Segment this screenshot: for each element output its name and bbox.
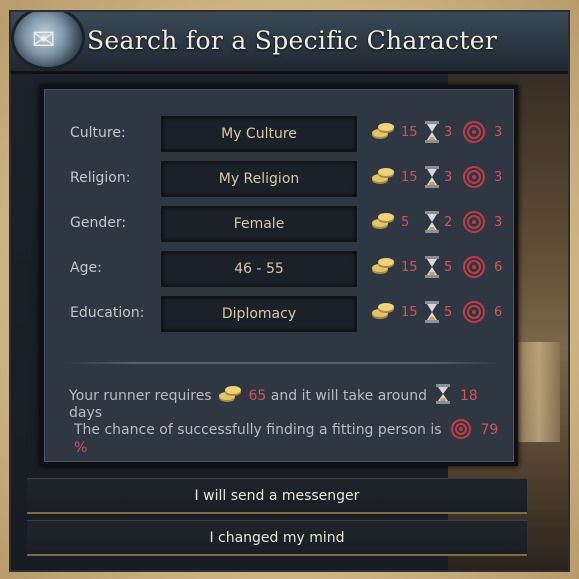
search-character-window: ✉ Search for a Specific Character Cultur… <box>9 10 570 572</box>
target-icon <box>463 121 485 143</box>
hourglass-icon <box>425 301 439 323</box>
gold-coins-icon <box>372 303 394 319</box>
criteria-row-culture: Culture: My Culture 15 3 3 <box>44 116 514 152</box>
time-cost: 3 <box>444 125 453 140</box>
criteria-label: Religion: <box>70 170 131 186</box>
criteria-row-gender: Gender: Female 5 2 3 <box>44 206 514 242</box>
runner-gold: 65 <box>248 388 267 404</box>
time-cost: 3 <box>444 170 453 185</box>
hourglass-icon <box>436 384 451 404</box>
gold-coins-icon <box>372 258 394 274</box>
criteria-row-age: Age: 46 - 55 15 5 6 <box>44 251 514 287</box>
cancel-button[interactable]: I changed my mind <box>27 520 527 556</box>
gold-coins-icon <box>372 213 394 229</box>
target-icon <box>463 166 485 188</box>
chance-cost: 3 <box>494 215 503 230</box>
education-selector[interactable]: Diplomacy <box>161 296 357 332</box>
runner-summary: Your runner requires 65 and it will take… <box>69 383 514 421</box>
chance-cost: 3 <box>494 170 503 185</box>
target-icon <box>463 256 485 278</box>
section-divider <box>66 362 500 364</box>
gender-selector[interactable]: Female <box>161 206 357 242</box>
criteria-label: Education: <box>70 305 145 321</box>
age-selector[interactable]: 46 - 55 <box>161 251 357 287</box>
gold-cost: 15 <box>401 125 418 140</box>
chance-summary: The chance of successfully finding a fit… <box>74 418 514 456</box>
hourglass-icon <box>425 211 439 233</box>
hourglass-icon <box>425 121 439 143</box>
target-icon <box>463 301 485 323</box>
window-title: Search for a Specific Character <box>87 26 498 55</box>
target-icon <box>450 419 471 439</box>
criteria-row-religion: Religion: My Religion 15 3 3 <box>44 161 514 197</box>
chance-cost: 3 <box>494 125 503 140</box>
runner-mid: and it will take around <box>270 388 427 404</box>
criteria-label: Age: <box>70 260 102 276</box>
chance-prefix: The chance of successfully finding a fit… <box>74 422 442 438</box>
target-icon <box>463 211 485 233</box>
runner-days: 18 <box>459 388 478 404</box>
gold-cost: 5 <box>401 215 410 230</box>
window-header: ✉ Search for a Specific Character <box>11 12 568 74</box>
gold-cost: 15 <box>401 260 418 275</box>
runner-prefix: Your runner requires <box>69 388 212 404</box>
criteria-row-education: Education: Diplomacy 15 5 6 <box>44 296 514 332</box>
scroll-emblem-icon: ✉ <box>11 12 85 70</box>
gold-cost: 15 <box>401 170 418 185</box>
religion-selector[interactable]: My Religion <box>161 161 357 197</box>
culture-selector[interactable]: My Culture <box>161 116 357 152</box>
hourglass-icon <box>425 166 439 188</box>
chance-cost: 6 <box>494 305 503 320</box>
criteria-panel: Culture: My Culture 15 3 3 Religion: My … <box>40 85 518 466</box>
background-column <box>518 342 560 442</box>
time-cost: 2 <box>444 215 453 230</box>
chance-cost: 6 <box>494 260 503 275</box>
gold-coins-icon <box>372 123 394 139</box>
time-cost: 5 <box>444 260 453 275</box>
gold-cost: 15 <box>401 305 418 320</box>
time-cost: 5 <box>444 305 453 320</box>
criteria-label: Culture: <box>70 125 126 141</box>
gold-coins-icon <box>219 386 242 402</box>
criteria-label: Gender: <box>70 215 127 231</box>
hourglass-icon <box>425 256 439 278</box>
gold-coins-icon <box>372 168 394 184</box>
send-messenger-button[interactable]: I will send a messenger <box>27 478 527 514</box>
